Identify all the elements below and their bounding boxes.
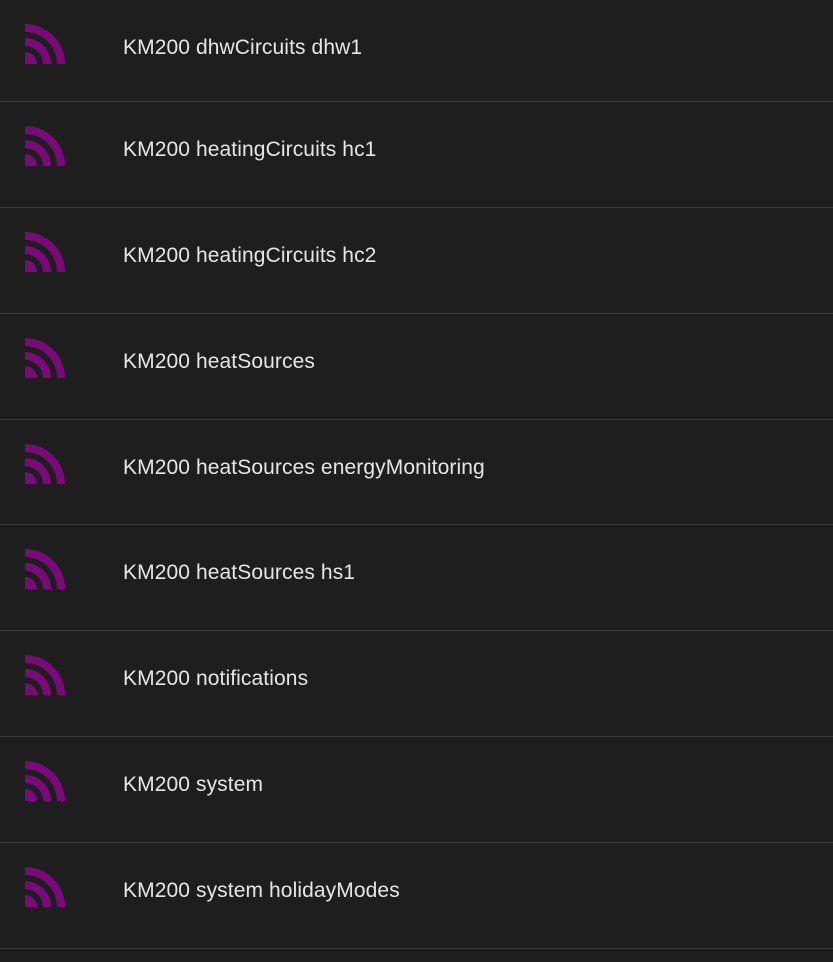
list-item[interactable]: KM200 dhwCircuits dhw1: [0, 0, 833, 102]
list-item[interactable]: KM200 heatSources energyMonitoring: [0, 420, 833, 525]
list-item-label: KM200 system holidayModes: [123, 879, 400, 902]
list-item-label: KM200 heatingCircuits hc2: [123, 244, 377, 267]
list-item[interactable]: KM200 heatingCircuits hc2: [0, 208, 833, 314]
list-item[interactable]: KM200 system: [0, 737, 833, 843]
channel-list: KM200 dhwCircuits dhw1 KM200 heatingCirc…: [0, 0, 833, 962]
rss-feed-icon: [25, 232, 65, 272]
rss-feed-icon: [25, 867, 65, 907]
list-item[interactable]: KM200 notifications: [0, 631, 833, 737]
rss-feed-icon: [25, 655, 65, 695]
list-item-label: KM200 heatSources hs1: [123, 561, 356, 584]
list-item-label: KM200 dhwCircuits dhw1: [123, 36, 363, 59]
rss-feed-icon: [25, 338, 65, 378]
list-item-label: KM200 system: [123, 773, 264, 796]
list-item-label: KM200 heatSources energyMonitoring: [123, 456, 485, 479]
rss-feed-icon: [25, 549, 65, 589]
rss-feed-icon: [25, 24, 65, 64]
list-item[interactable]: KM200 system holidayModes: [0, 843, 833, 949]
list-item[interactable]: KM200 heatSources: [0, 314, 833, 420]
rss-feed-icon: [25, 126, 65, 166]
list-item[interactable]: KM200 heatSources hs1: [0, 525, 833, 631]
list-item-label: KM200 notifications: [123, 667, 309, 690]
list-item-label: KM200 heatingCircuits hc1: [123, 138, 377, 161]
rss-feed-icon: [25, 444, 65, 484]
list-item[interactable]: KM200 heatingCircuits hc1: [0, 102, 833, 208]
list-item-label: KM200 heatSources: [123, 350, 315, 373]
rss-feed-icon: [25, 761, 65, 801]
